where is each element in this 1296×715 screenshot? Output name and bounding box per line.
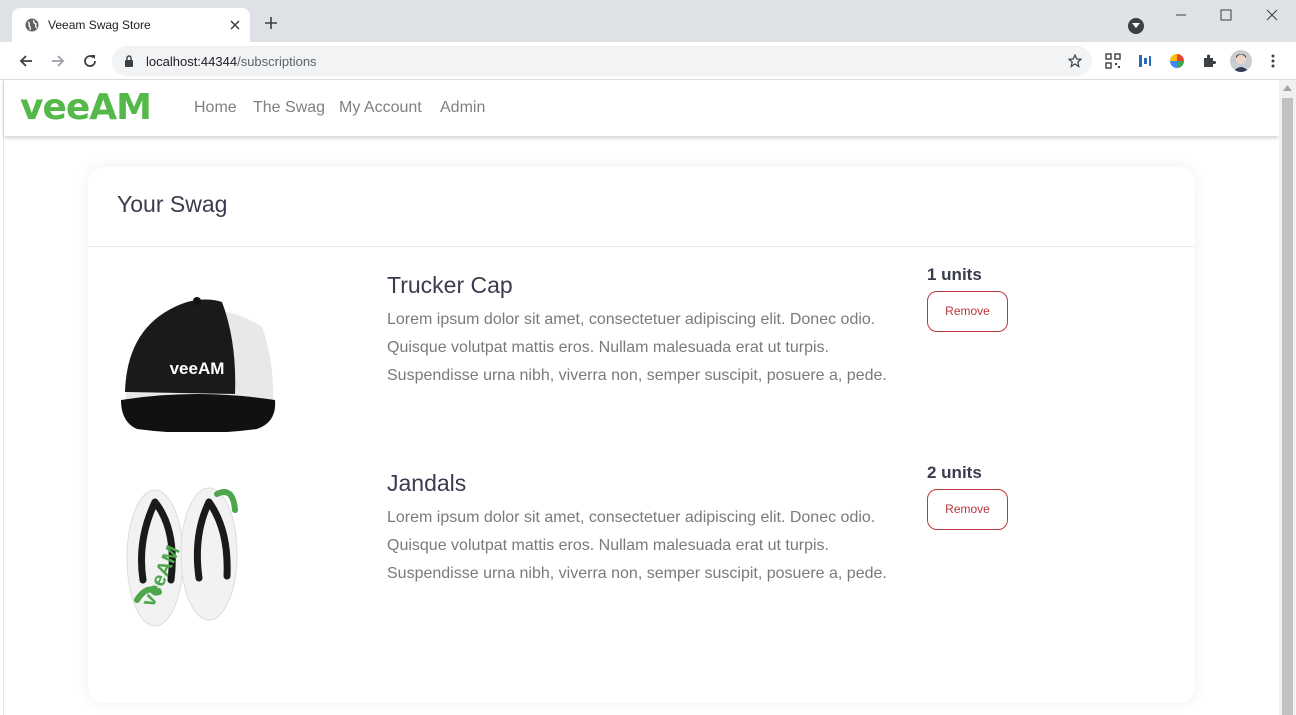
color-wheel-icon[interactable] (1169, 53, 1185, 69)
item-description: Lorem ipsum dolor sit amet, consectetuer… (387, 509, 887, 582)
remove-button[interactable]: Remove (927, 291, 1008, 332)
bars-extension-icon[interactable] (1137, 53, 1153, 69)
item-description: Lorem ipsum dolor sit amet, consectetuer… (387, 311, 887, 384)
trucker-cap-image: veeAM (117, 282, 277, 432)
cap-logo-text: veeAM (170, 359, 225, 378)
item-units: 1 units (927, 265, 982, 284)
close-tab-icon[interactable] (228, 18, 242, 32)
swag-card: Your Swag veeAM Trucker Cap Lorem ipsum … (88, 167, 1195, 703)
window-edge (0, 80, 4, 715)
url-path: /subscriptions (237, 54, 317, 69)
page-scrollbar[interactable] (1279, 80, 1296, 715)
scroll-up-arrow-icon[interactable] (1283, 85, 1292, 91)
qr-code-icon[interactable] (1105, 53, 1121, 69)
address-bar[interactable]: localhost:44344/subscriptions (112, 46, 1092, 76)
page-viewport: veeAM Home The Swag My Account Admin You… (0, 80, 1296, 715)
nav-home[interactable]: Home (194, 99, 237, 117)
page-title: Your Swag (117, 191, 228, 217)
card-divider (88, 246, 1195, 247)
maximize-icon[interactable] (1219, 8, 1233, 22)
veeam-logo[interactable]: veeAM (20, 90, 152, 126)
item-name: Trucker Cap (387, 272, 513, 298)
browser-toolbar: localhost:44344/subscriptions (0, 42, 1296, 80)
jandals-image: veeAM (117, 480, 277, 630)
site-navbar: veeAM Home The Swag My Account Admin (4, 80, 1279, 136)
remove-button[interactable]: Remove (927, 489, 1008, 530)
browser-tab[interactable]: Veeam Swag Store (12, 8, 250, 42)
cart-item: veeAM Jandals Lorem ipsum dolor sit amet… (88, 463, 1195, 650)
new-tab-icon[interactable] (264, 16, 278, 30)
extensions-puzzle-icon[interactable] (1201, 53, 1217, 69)
nav-the-swag[interactable]: The Swag (253, 99, 325, 117)
scrollbar-thumb[interactable] (1282, 98, 1293, 715)
lock-icon[interactable] (124, 55, 134, 67)
forward-arrow-icon[interactable] (50, 53, 66, 69)
cart-item: veeAM Trucker Cap Lorem ipsum dolor sit … (88, 265, 1195, 452)
profile-avatar[interactable] (1230, 50, 1252, 72)
bookmark-star-icon[interactable] (1068, 54, 1082, 68)
url-text[interactable]: localhost:44344/subscriptions (146, 54, 317, 69)
back-arrow-icon[interactable] (18, 53, 34, 69)
item-units: 2 units (927, 463, 982, 482)
nav-admin[interactable]: Admin (440, 99, 485, 117)
item-name: Jandals (387, 470, 467, 496)
nav-my-account[interactable]: My Account (339, 99, 422, 117)
tab-search-icon[interactable] (1128, 18, 1144, 34)
globe-icon (25, 18, 39, 32)
tab-title: Veeam Swag Store (48, 18, 151, 32)
browser-menu-icon[interactable] (1268, 53, 1278, 69)
minimize-icon[interactable] (1174, 8, 1188, 22)
url-host: localhost:44344 (146, 54, 238, 69)
reload-icon[interactable] (82, 53, 98, 69)
window-close-icon[interactable] (1265, 8, 1279, 22)
browser-tab-strip: Veeam Swag Store (0, 0, 1296, 42)
